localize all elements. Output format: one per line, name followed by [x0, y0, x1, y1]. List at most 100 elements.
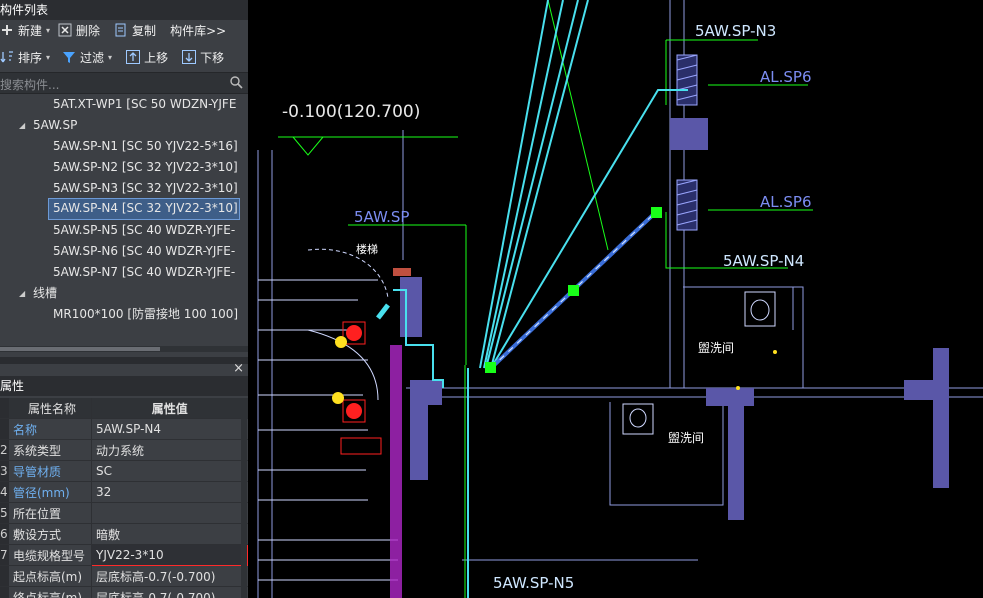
table-row[interactable]: 2 系统类型 动力系统	[0, 439, 248, 461]
grip-handle[interactable]	[651, 207, 662, 218]
tree-item[interactable]: MR100*100 [防雷接地 100 100]	[53, 304, 238, 324]
label-5aw-sp: 5AW.SP	[354, 208, 409, 226]
copy-icon	[114, 23, 128, 37]
col-value-header: 属性值	[91, 398, 248, 419]
properties-table: 属性名称 属性值 名称 5AW.SP-N4 2 系统类型 动力系统 3 导管材质 SC 4…	[0, 398, 248, 598]
cad-canvas[interactable]: -0.100(120.700) 5AW.SP 5AW.SP-N3 AL.SP6 …	[248, 0, 983, 598]
row-number	[0, 418, 9, 440]
prop-name: 起点标高(m)	[9, 565, 92, 587]
prop-value[interactable]: 层底标高-0.7(-0.700)	[91, 565, 248, 587]
table-row[interactable]: 名称 5AW.SP-N4	[0, 418, 248, 440]
search-input[interactable]: 搜索构件...	[0, 72, 248, 94]
tree-group[interactable]: 5AW.SP	[33, 115, 77, 135]
copy-button[interactable]: 复制	[110, 19, 160, 41]
prop-value[interactable]	[91, 502, 248, 524]
table-row[interactable]: 4 管径(mm) 32	[0, 481, 248, 503]
prop-name: 管径(mm)	[9, 481, 92, 503]
chevron-down-icon: ▾	[108, 52, 113, 62]
properties-header-row: 属性名称 属性值	[0, 398, 248, 419]
row-number: 4	[0, 481, 9, 503]
row-number: 6	[0, 523, 9, 545]
tree-item[interactable]: 5AW.SP-N2 [SC 32 YJV22-3*10]	[53, 157, 238, 177]
prop-name: 名称	[9, 418, 92, 440]
tree-item[interactable]: 5AW.SP-N1 [SC 50 YJV22-5*16]	[53, 136, 238, 156]
table-row[interactable]: 5 所在位置	[0, 502, 248, 524]
delete-button[interactable]: 删除	[54, 19, 104, 41]
cyan-conduits	[393, 0, 688, 598]
properties-title: 属性	[0, 379, 25, 393]
label-al-sp6-1: AL.SP6	[760, 68, 812, 86]
tree-item[interactable]: 5AT.XT-WP1 [SC 50 WDZN-YJFE	[53, 94, 236, 114]
properties-header: 属性	[0, 376, 248, 396]
wall-blocks	[400, 118, 949, 520]
table-row[interactable]: 终点标高(m) 层底标高-0.7(-0.700)	[0, 586, 248, 598]
filter-icon	[62, 50, 76, 64]
prop-name: 电缆规格型号	[9, 544, 92, 566]
row-number	[0, 586, 9, 598]
prop-value[interactable]: 层底标高-0.7(-0.700)	[91, 586, 248, 598]
delete-icon	[58, 23, 72, 37]
library-button[interactable]: 构件库>>	[166, 19, 230, 41]
tree-item[interactable]: 5AW.SP-N6 [SC 40 WDZR-YJFE-	[53, 241, 235, 261]
sort-icon	[0, 50, 14, 64]
table-row[interactable]: 3 导管材质 SC	[0, 460, 248, 482]
tree-item-selected[interactable]: 5AW.SP-N4 [SC 32 YJV22-3*10]	[48, 198, 240, 220]
grip-handle[interactable]	[485, 362, 496, 373]
sink-fixtures	[622, 291, 776, 435]
row-number-header	[0, 398, 9, 419]
vertical-scrollbar[interactable]	[241, 398, 247, 598]
col-name-header: 属性名称	[9, 398, 92, 419]
prop-name: 系统类型	[9, 439, 92, 461]
move-up-button[interactable]: 上移	[122, 46, 172, 68]
table-row[interactable]: 6 敷设方式 暗敷	[0, 523, 248, 545]
row-number: 3	[0, 460, 9, 482]
move-up-label: 上移	[144, 50, 169, 65]
chevron-down-icon: ▾	[46, 25, 51, 35]
label-stair: 楼梯	[356, 242, 378, 256]
expand-icon[interactable]: ◢	[19, 121, 25, 130]
search-placeholder: 搜索构件...	[0, 78, 60, 92]
new-label: 新建	[18, 23, 43, 38]
sort-label: 排序	[18, 50, 43, 65]
delete-label: 删除	[76, 23, 101, 38]
tree-group[interactable]: 线槽	[33, 283, 57, 303]
prop-value[interactable]: 5AW.SP-N4	[91, 418, 248, 440]
tree-item[interactable]: 5AW.SP-N7 [SC 40 WDZR-YJFE-	[53, 262, 235, 282]
toolbar-row-1: 新建 ▾ 删除 复制 构件库>>	[0, 18, 230, 42]
tree-item[interactable]: 5AW.SP-N5 [SC 40 WDZR-YJFE-	[53, 220, 235, 240]
table-row[interactable]: 起点标高(m) 层底标高-0.7(-0.700)	[0, 565, 248, 587]
cable-spec-input[interactable]: YJV22-3*10	[91, 544, 248, 566]
filter-button[interactable]: 过滤 ▾	[58, 46, 116, 68]
label-n3: 5AW.SP-N3	[695, 22, 776, 40]
prop-name: 所在位置	[9, 502, 92, 524]
close-icon[interactable]: ×	[233, 361, 244, 376]
move-down-label: 下移	[200, 50, 225, 65]
prop-value[interactable]: SC	[91, 460, 248, 482]
horizontal-scrollbar[interactable]	[0, 346, 248, 352]
prop-value[interactable]: 暗敷	[91, 523, 248, 545]
grip-handle[interactable]	[568, 285, 579, 296]
tree-item[interactable]: 5AW.SP-N3 [SC 32 YJV22-3*10]	[53, 178, 238, 198]
prop-name: 导管材质	[9, 460, 92, 482]
stair-lines	[258, 248, 398, 581]
prop-value[interactable]: 32	[91, 481, 248, 503]
component-list-header: 构件列表	[0, 0, 248, 20]
row-number: 7	[0, 544, 9, 566]
left-panel: 构件列表 新建 ▾ 删除 复制 构件库>> 排序 ▾ 过滤 ▾ 上移 下移 搜索…	[0, 0, 248, 598]
new-icon	[0, 23, 14, 37]
prop-name: 终点标高(m)	[9, 586, 92, 598]
arrow-down-icon	[182, 50, 197, 64]
prop-name: 敷设方式	[9, 523, 92, 545]
label-al-sp6-2: AL.SP6	[760, 193, 812, 211]
expand-icon[interactable]: ◢	[19, 289, 25, 298]
filter-label: 过滤	[80, 50, 105, 65]
move-down-button[interactable]: 下移	[178, 46, 228, 68]
new-button[interactable]: 新建 ▾	[0, 19, 54, 41]
component-list-title: 构件列表	[0, 3, 49, 17]
sort-button[interactable]: 排序 ▾	[0, 46, 54, 68]
copy-label: 复制	[132, 23, 157, 38]
label-n5: 5AW.SP-N5	[493, 574, 574, 592]
table-row-highlighted[interactable]: 7 电缆规格型号 YJV22-3*10	[0, 544, 248, 566]
chevron-down-icon: ▾	[46, 52, 51, 62]
prop-value[interactable]: 动力系统	[91, 439, 248, 461]
